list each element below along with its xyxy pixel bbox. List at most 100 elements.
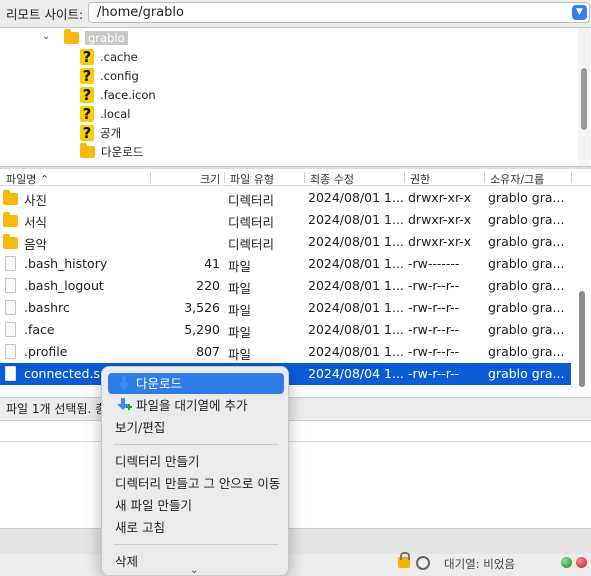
- file-list-header: 파일명 ⌃ 크기 파일 유형 최종 수정 권한 소유자/그룹: [0, 169, 591, 186]
- file-owner: grablo gra...: [488, 256, 565, 271]
- tree-item[interactable]: ? .local: [80, 105, 130, 123]
- file-type: 파일: [228, 281, 252, 296]
- file-list-scrollbar-thumb[interactable]: [579, 291, 585, 387]
- column-header-type[interactable]: 파일 유형: [230, 171, 274, 187]
- file-modified: 2024/08/01 1...: [308, 278, 404, 293]
- menu-item-view-edit[interactable]: 보기/편집: [108, 417, 284, 438]
- tree-item[interactable]: ? .config: [80, 67, 139, 85]
- file-owner: grablo gra...: [488, 212, 565, 227]
- file-permissions: -rw-r--r--: [408, 344, 460, 359]
- file-modified: 2024/08/01 1...: [308, 212, 404, 227]
- file-list-scrollbar[interactable]: [577, 287, 587, 391]
- column-header-owner[interactable]: 소유자/그룹: [490, 171, 544, 187]
- column-header-permissions[interactable]: 권한: [410, 171, 430, 187]
- file-type: 디렉터리: [228, 193, 275, 208]
- file-modified: 2024/08/01 1...: [308, 234, 404, 249]
- sort-ascending-icon: ⌃: [39, 173, 50, 186]
- activity-green-icon: [561, 557, 572, 568]
- table-row[interactable]: .profile 807 파일 2024/08/01 1... -rw-r--r…: [0, 341, 571, 363]
- file-type: 파일: [228, 303, 252, 318]
- column-header-size[interactable]: 크기: [200, 171, 220, 187]
- remote-path-input[interactable]: /home/grablo ▼: [88, 2, 590, 23]
- unknown-icon: ?: [80, 106, 94, 122]
- file-modified: 2024/08/01 1...: [308, 344, 404, 359]
- transfer-queue: [0, 420, 591, 528]
- file-permissions: drwxr-xr-x: [408, 212, 472, 227]
- menu-item-create-file[interactable]: 새 파일 만들기: [108, 495, 284, 516]
- file-name: .bashrc: [24, 300, 70, 315]
- file-type: 파일: [228, 347, 252, 362]
- selection-status: 파일 1개 선택됨. 총: [0, 397, 591, 419]
- tree-item[interactable]: 다운로드: [80, 143, 143, 161]
- scroll-down-icon[interactable]: ⌄: [190, 565, 198, 575]
- table-row[interactable]: .face 5,290 파일 2024/08/01 1... -rw-r--r-…: [0, 319, 571, 341]
- menu-item-create-directory[interactable]: 디렉터리 만들기: [108, 451, 284, 472]
- menu-item-add-to-queue[interactable]: 파일을 대기열에 추가: [108, 395, 284, 416]
- file-permissions: -rw-r--r--: [408, 366, 460, 381]
- table-row[interactable]: 서식 디렉터리 2024/08/01 1... drwxr-xr-x grabl…: [0, 209, 571, 231]
- remote-site-bar: 리모트 사이트: /home/grablo ▼: [0, 0, 591, 26]
- column-header-label: 파일명: [6, 173, 37, 186]
- speed-limit-icon[interactable]: [416, 556, 430, 570]
- table-row[interactable]: .bash_history 41 파일 2024/08/01 1... -rw-…: [0, 253, 571, 275]
- column-divider[interactable]: [150, 172, 151, 183]
- queue-tabs-bar: [0, 528, 591, 554]
- file-icon: [5, 278, 16, 293]
- file-owner: grablo gra...: [488, 322, 565, 337]
- file-type: 디렉터리: [228, 215, 275, 230]
- tree-item[interactable]: ? .cache: [80, 48, 138, 66]
- file-size: 5,290: [184, 322, 220, 337]
- tree-item-label: 다운로드: [101, 145, 144, 159]
- tree-item-label: .face.icon: [100, 88, 156, 102]
- context-menu: 다운로드 파일을 대기열에 추가 보기/편집 디렉터리 만들기 디렉터리 만들고…: [101, 366, 289, 576]
- folder-icon: [64, 29, 79, 44]
- column-header-name[interactable]: 파일명 ⌃: [6, 171, 49, 187]
- file-type: 디렉터리: [228, 237, 275, 252]
- tree-scrollbar-thumb[interactable]: [581, 68, 587, 130]
- chevron-down-icon[interactable]: ▼: [572, 5, 587, 20]
- folder-icon: [3, 190, 18, 205]
- file-owner: grablo gra...: [488, 366, 565, 381]
- column-divider[interactable]: [571, 172, 572, 183]
- tree-item-root[interactable]: grablo: [64, 29, 128, 47]
- column-divider[interactable]: [484, 172, 485, 183]
- unknown-icon: ?: [80, 87, 94, 103]
- file-size: 3,526: [184, 300, 220, 315]
- column-divider[interactable]: [304, 172, 305, 183]
- remote-file-list: 파일명 ⌃ 크기 파일 유형 최종 수정 권한 소유자/그룹 사진 디렉터리 2…: [0, 169, 591, 397]
- chevron-down-icon[interactable]: ⌄: [42, 31, 50, 42]
- divider: [0, 441, 591, 442]
- menu-separator: [114, 544, 278, 545]
- column-divider[interactable]: [224, 172, 225, 183]
- menu-item-refresh[interactable]: 새로 고침: [108, 517, 284, 538]
- column-header-modified[interactable]: 최종 수정: [310, 171, 354, 187]
- file-type: 파일: [228, 259, 252, 274]
- table-row[interactable]: .bash_logout 220 파일 2024/08/01 1... -rw-…: [0, 275, 571, 297]
- table-row[interactable]: .bashrc 3,526 파일 2024/08/01 1... -rw-r--…: [0, 297, 571, 319]
- file-name: 서식: [24, 215, 48, 230]
- column-divider[interactable]: [404, 172, 405, 183]
- menu-item-create-directory-and-enter[interactable]: 디렉터리 만들고 그 안으로 이동: [108, 473, 284, 494]
- tree-item[interactable]: ? 공개: [80, 124, 121, 142]
- tree-item-label: .local: [100, 107, 131, 121]
- file-icon: [5, 322, 16, 337]
- folder-icon: [3, 234, 18, 249]
- activity-red-icon: [576, 557, 587, 568]
- table-row[interactable]: 음악 디렉터리 2024/08/01 1... drwxr-xr-x grabl…: [0, 231, 571, 253]
- folder-icon: [3, 212, 18, 227]
- lock-icon[interactable]: [398, 552, 410, 568]
- unknown-icon: ?: [80, 68, 94, 84]
- tree-scrollbar[interactable]: [578, 28, 590, 166]
- tree-item[interactable]: ? .face.icon: [80, 86, 156, 104]
- menu-item-download[interactable]: 다운로드: [108, 373, 284, 394]
- tree-item-label: .cache: [100, 50, 138, 64]
- file-modified: 2024/08/01 1...: [308, 256, 404, 271]
- file-permissions: drwxr-xr-x: [408, 190, 472, 205]
- file-permissions: -rw-r--r--: [408, 278, 460, 293]
- queue-status: 대기열: 비었음: [444, 557, 516, 571]
- file-size: 807: [196, 344, 220, 359]
- table-row[interactable]: 사진 디렉터리 2024/08/01 1... drwxr-xr-x grabl…: [0, 187, 571, 209]
- file-icon: [5, 300, 16, 315]
- file-owner: grablo gra...: [488, 234, 565, 249]
- file-icon: [5, 366, 16, 381]
